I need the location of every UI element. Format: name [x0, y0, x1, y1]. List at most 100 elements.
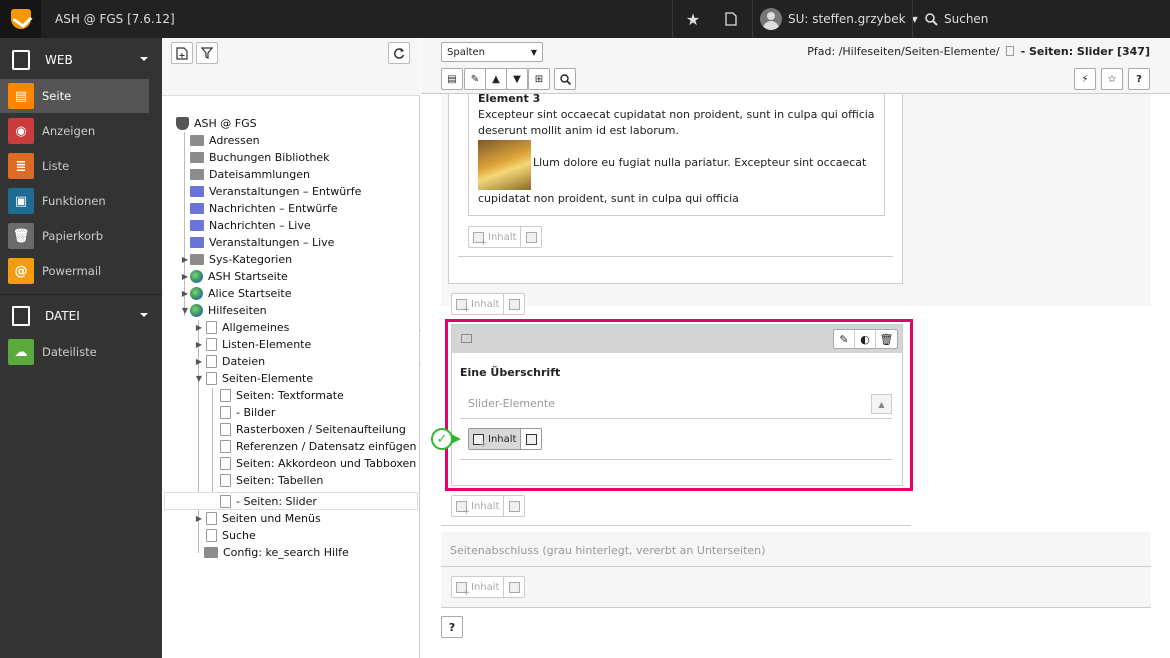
module-group-datei[interactable]: DATEI: [0, 296, 162, 336]
new-content-icon[interactable]: ⊞: [528, 68, 550, 90]
expand-icon[interactable]: ▶: [180, 272, 190, 281]
tree-node-label: Dateisammlungen: [209, 168, 310, 181]
element-text: cupidatat non proident, sunt in culpa qu…: [478, 192, 739, 205]
view-select[interactable]: Spalten ▼: [441, 42, 543, 62]
tree-node-label: Sys-Kategorien: [209, 253, 293, 266]
footer-column-label: Seitenabschluss (grau hinterlegt, vererb…: [450, 544, 766, 557]
tree-node[interactable]: ▶ Allgemeines: [194, 319, 289, 336]
chevron-down-icon: ▼: [530, 47, 537, 57]
new-content-button[interactable]: Inhalt: [451, 495, 526, 517]
module-item-liste[interactable]: ≣ Liste: [0, 149, 149, 183]
tree-node-label: ASH @ FGS: [194, 117, 257, 130]
move-up-icon[interactable]: ▲: [485, 68, 507, 90]
expand-icon[interactable]: ▶: [194, 357, 204, 366]
bookmarks-star-icon[interactable]: ★: [676, 0, 710, 38]
tree-node[interactable]: Buchungen Bibliothek: [180, 149, 330, 166]
module-item-dateiliste[interactable]: ☁ Dateiliste: [0, 335, 149, 369]
tree-node[interactable]: Veranstaltungen – Entwürfe: [180, 183, 361, 200]
tree-node[interactable]: Rasterboxen / Seitenaufteilung: [208, 421, 406, 438]
filter-icon[interactable]: [196, 42, 218, 64]
new-page-icon[interactable]: [171, 42, 193, 64]
button-label: Inhalt: [488, 231, 517, 243]
tree-node[interactable]: Adressen: [180, 132, 260, 149]
element-text: Excepteur sint occaecat cupidatat non pr…: [478, 108, 875, 137]
paste-icon[interactable]: [508, 298, 520, 310]
move-down-icon[interactable]: ▼: [506, 68, 528, 90]
tree-node[interactable]: ▶ Dateien: [194, 353, 265, 370]
module-item-funktionen[interactable]: ▣ Funktionen: [0, 184, 149, 218]
tree-node[interactable]: Suche: [194, 527, 256, 544]
tree-node[interactable]: Dateisammlungen: [180, 166, 310, 183]
refresh-icon[interactable]: [388, 42, 410, 64]
new-content-button[interactable]: Inhalt: [451, 576, 526, 598]
tree-node[interactable]: Seiten: Textformate: [208, 387, 344, 404]
tree-node[interactable]: ▶ Alice Startseite: [180, 285, 291, 302]
folder-news-icon: [190, 237, 204, 248]
tree-node[interactable]: Veranstaltungen – Live: [180, 234, 334, 251]
check-icon: ✓: [431, 428, 453, 450]
search-icon[interactable]: [554, 68, 576, 90]
tree-root[interactable]: ASH @ FGS: [176, 115, 257, 132]
module-item-anzeigen[interactable]: ◉ Anzeigen: [0, 114, 149, 148]
tree-node[interactable]: ▶ Seiten und Menüs: [194, 510, 321, 527]
button-label: Inhalt: [471, 581, 500, 593]
search-button[interactable]: Suchen: [925, 12, 988, 26]
tree-node[interactable]: ▶ Sys-Kategorien: [180, 251, 292, 268]
folder-news-icon: [190, 186, 204, 197]
open-documents-icon[interactable]: [714, 0, 748, 38]
tree-node[interactable]: ▶ Listen-Elemente: [194, 336, 311, 353]
globe-icon: [190, 287, 203, 300]
tree-node[interactable]: Seiten: Tabellen: [208, 472, 323, 489]
expand-icon[interactable]: ▶: [194, 340, 204, 349]
image-icon: [12, 306, 30, 326]
content-element[interactable]: Element 3 Excepteur sint occaecat cupida…: [468, 92, 885, 216]
paste-icon[interactable]: [525, 231, 537, 243]
help-button[interactable]: ?: [441, 616, 463, 638]
folder-icon: [204, 547, 218, 558]
tree-node[interactable]: Referenzen / Datensatz einfügen: [208, 438, 416, 455]
page-tree-panel: ASH @ FGS Adressen Buchungen Bibliothek …: [162, 38, 420, 658]
user-menu[interactable]: SU: steffen.grzybek ▼: [760, 7, 918, 31]
tree-node[interactable]: Config: ke_search Hilfe: [194, 544, 349, 561]
tree-node[interactable]: ▼ Hilfeseiten: [180, 302, 267, 319]
tree-node[interactable]: ▶ ASH Startseite: [180, 268, 288, 285]
page-icon: [220, 457, 231, 470]
module-group-web[interactable]: WEB: [0, 40, 162, 80]
tree-node-label: Referenzen / Datensatz einfügen: [236, 440, 417, 453]
collapse-icon[interactable]: ▼: [194, 374, 204, 383]
tree-node-label: Buchungen Bibliothek: [209, 151, 330, 164]
collapse-icon[interactable]: ▼: [180, 306, 190, 315]
tree-node[interactable]: Nachrichten – Entwürfe: [180, 200, 338, 217]
tree-node[interactable]: - Bilder: [208, 404, 275, 421]
paste-icon[interactable]: [508, 500, 520, 512]
expand-icon[interactable]: ▶: [180, 255, 190, 264]
edit-page-icon[interactable]: ✎: [464, 68, 486, 90]
module-item-powermail[interactable]: @ Powermail: [0, 254, 149, 288]
bookmark-star-icon[interactable]: ☆: [1101, 68, 1123, 90]
module-item-papierkorb[interactable]: 🗑 Papierkorb: [0, 219, 149, 253]
new-content-button[interactable]: Inhalt: [451, 293, 526, 315]
typo3-logo[interactable]: [0, 0, 41, 38]
tree-node[interactable]: Seiten: Akkordeon und Tabboxen: [208, 455, 416, 472]
top-bar: ASH @ FGS [7.6.12] ★ SU: steffen.grzybek…: [0, 0, 1170, 38]
tree-node-selected[interactable]: - Seiten: Slider: [208, 493, 317, 510]
page-icon: [220, 423, 231, 436]
powermail-icon: @: [8, 258, 34, 284]
folder-icon: [190, 152, 204, 163]
module-group-label: DATEI: [45, 309, 80, 323]
tree-node[interactable]: ▼ Seiten-Elemente: [194, 370, 313, 387]
page-icon: [220, 440, 231, 453]
save-view-icon[interactable]: ▤: [441, 68, 463, 90]
tree-node[interactable]: Nachrichten – Live: [180, 217, 311, 234]
module-item-label: Anzeigen: [42, 124, 96, 138]
page-icon: [206, 321, 217, 334]
expand-icon[interactable]: ▶: [194, 323, 204, 332]
expand-icon[interactable]: ▶: [194, 514, 204, 523]
module-item-seite[interactable]: ▤ Seite: [0, 79, 149, 113]
help-icon[interactable]: ?: [1128, 68, 1150, 90]
breadcrumb-page: - Seiten: Slider [347]: [1020, 45, 1150, 58]
clear-cache-icon[interactable]: ⚡: [1074, 68, 1096, 90]
paste-icon[interactable]: [508, 581, 520, 593]
expand-icon[interactable]: ▶: [180, 289, 190, 298]
new-content-button[interactable]: Inhalt: [468, 226, 543, 248]
